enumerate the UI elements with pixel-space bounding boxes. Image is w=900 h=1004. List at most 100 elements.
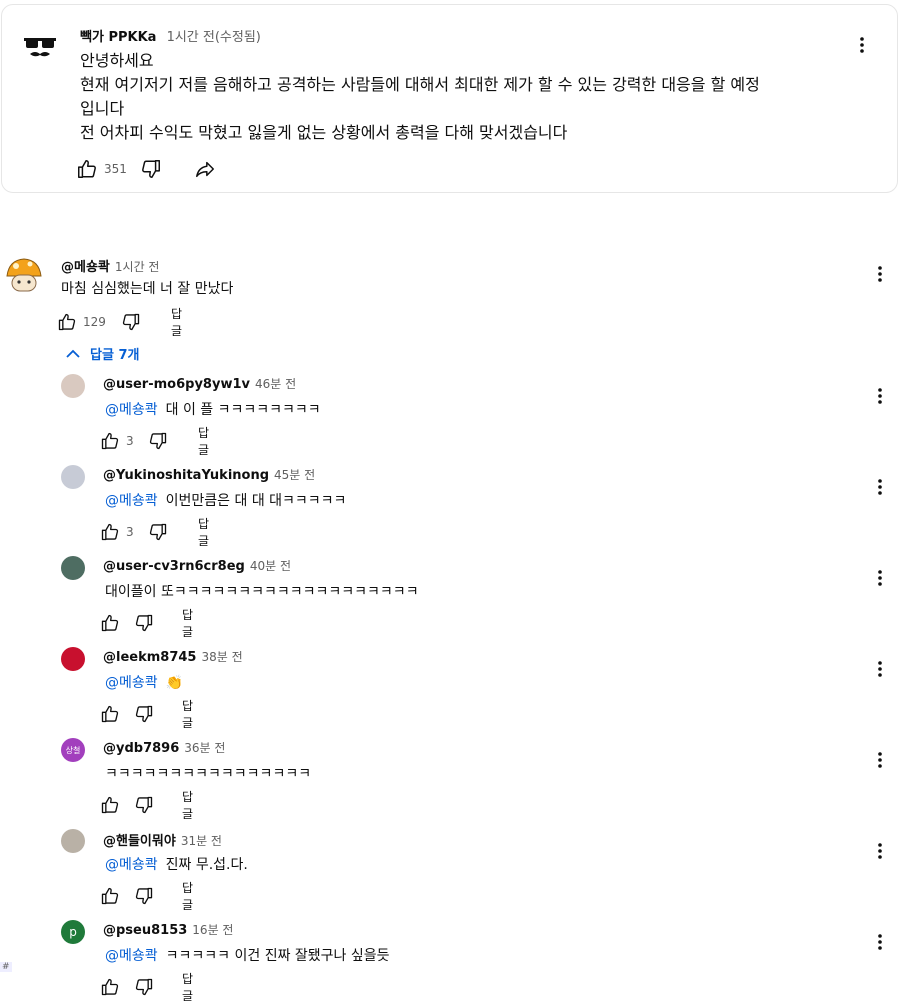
comment-timestamp[interactable]: 1시간 전 xyxy=(115,260,160,274)
reply-avatar[interactable] xyxy=(61,647,85,671)
post-author-name[interactable]: 빽가 PPKKa xyxy=(80,30,156,45)
reply-avatar[interactable] xyxy=(61,829,85,853)
reply-header: @user-cv3rn6cr8eg 40분 전 xyxy=(103,557,291,574)
reply-button[interactable]: 답글 xyxy=(182,608,193,639)
reply-mention[interactable]: @메숑콱 xyxy=(105,402,158,418)
comment-author[interactable]: @메숑콱 xyxy=(61,260,110,275)
reply-button[interactable]: 답글 xyxy=(198,517,209,548)
reply-text: 👏 xyxy=(165,675,184,691)
reply-author[interactable]: @pseu8153 xyxy=(103,923,187,938)
post-more-button[interactable] xyxy=(850,33,874,57)
dislike-button[interactable] xyxy=(134,700,154,728)
reply-more-button[interactable] xyxy=(868,384,892,408)
like-button[interactable] xyxy=(100,700,120,728)
reply-text-row: @메숑콱 대 이 플 ㅋㅋㅋㅋㅋㅋㅋㅋ xyxy=(105,399,321,419)
dislike-button[interactable] xyxy=(148,427,168,455)
reply-mention[interactable]: @메숑콱 xyxy=(105,493,158,509)
dislike-button[interactable] xyxy=(148,518,168,546)
reply-avatar[interactable] xyxy=(61,556,85,580)
reply-button[interactable]: 답글 xyxy=(198,426,209,457)
thumbs-down-icon xyxy=(149,523,167,541)
like-button[interactable]: 3 xyxy=(100,427,134,455)
like-button[interactable]: 3 xyxy=(100,518,134,546)
reply-timestamp[interactable]: 31분 전 xyxy=(181,834,222,848)
post-timestamp[interactable]: 1시간 전(수정됨) xyxy=(167,30,261,45)
reply-author[interactable]: @user-mo6py8yw1v xyxy=(103,377,250,392)
post-line: 현재 여기저기 저를 음해하고 공격하는 사람들에 대해서 최대한 제가 할 수… xyxy=(80,75,760,94)
reply-author[interactable]: @leekm8745 xyxy=(103,650,196,665)
reply-text-row: @메숑콱 이번만큼은 대 대 대ㅋㅋㅋㅋㅋ xyxy=(105,490,346,510)
like-button[interactable] xyxy=(100,882,120,910)
reply-text: 대 이 플 ㅋㅋㅋㅋㅋㅋㅋㅋ xyxy=(165,402,321,418)
reply-text-row: @메숑콱 진짜 무.섭.다. xyxy=(105,854,248,874)
reply-button[interactable]: 답글 xyxy=(182,699,193,730)
reply-text-row: 대이플이 또ㅋㅋㅋㅋㅋㅋㅋㅋㅋㅋㅋㅋㅋㅋㅋㅋㅋㅋㅋ xyxy=(105,581,419,601)
reply-avatar[interactable] xyxy=(61,465,85,489)
like-button[interactable]: 351 xyxy=(76,155,127,183)
reply-author[interactable]: @핸들이뭐야 xyxy=(103,834,176,849)
reply-text-row: ㅋㅋㅋㅋㅋㅋㅋㅋㅋㅋㅋㅋㅋㅋㅋㅋ xyxy=(105,763,311,783)
reply-avatar[interactable]: 상철 xyxy=(61,738,85,762)
reply-avatar[interactable] xyxy=(61,374,85,398)
reply-timestamp[interactable]: 36분 전 xyxy=(184,741,225,755)
reply-text-row: @메숑콱 ㅋㅋㅋㅋㅋ 이건 진짜 잘됐구나 싶을듯 xyxy=(105,945,390,965)
reply-more-button[interactable] xyxy=(868,839,892,863)
replies-toggle-label: 답글 7개 xyxy=(90,348,140,363)
reply-text: ㅋㅋㅋㅋㅋㅋㅋㅋㅋㅋㅋㅋㅋㅋㅋㅋ xyxy=(105,766,312,782)
avatar-initials: 상철 xyxy=(65,745,81,755)
post-line: 안녕하세요 xyxy=(80,51,154,70)
like-button[interactable]: 129 xyxy=(57,308,106,336)
reply-timestamp[interactable]: 46분 전 xyxy=(255,377,296,391)
reply-more-button[interactable] xyxy=(868,930,892,954)
reply-timestamp[interactable]: 40분 전 xyxy=(250,559,291,573)
dislike-button[interactable] xyxy=(121,308,141,336)
reply-text: 진짜 무.섭.다. xyxy=(165,857,248,873)
reply-more-button[interactable] xyxy=(868,475,892,499)
dislike-button[interactable] xyxy=(134,973,154,1001)
thumbs-up-icon xyxy=(101,796,119,814)
reply-timestamp[interactable]: 45분 전 xyxy=(274,468,315,482)
reply-button[interactable]: 답글 xyxy=(182,972,193,1003)
reply-more-button[interactable] xyxy=(868,566,892,590)
dislike-button[interactable] xyxy=(134,791,154,819)
reply-text-row: @메숑콱 👏 xyxy=(105,672,183,692)
comment-header: @메숑콱 1시간 전 xyxy=(61,256,159,275)
thumbs-up-icon xyxy=(101,978,119,996)
share-button[interactable] xyxy=(194,155,216,183)
reply-more-button[interactable] xyxy=(868,657,892,681)
more-vertical-icon xyxy=(878,661,882,677)
dislike-button[interactable] xyxy=(134,609,154,637)
more-vertical-icon xyxy=(878,388,882,404)
reply-author[interactable]: @user-cv3rn6cr8eg xyxy=(103,559,245,574)
reply-mention[interactable]: @메숑콱 xyxy=(105,857,158,873)
reply-button[interactable]: 답글 xyxy=(182,881,193,912)
reply-timestamp[interactable]: 16분 전 xyxy=(192,923,233,937)
dislike-button[interactable] xyxy=(134,882,154,910)
sunglasses-mustache-icon xyxy=(24,38,56,57)
like-button[interactable] xyxy=(100,609,120,637)
dislike-button[interactable] xyxy=(140,155,162,183)
comment-more-button[interactable] xyxy=(868,262,892,286)
replies-toggle-button[interactable]: 답글 7개 xyxy=(66,344,139,363)
reply-button[interactable]: 답글 xyxy=(171,307,182,338)
thumbs-down-icon xyxy=(149,432,167,450)
like-button[interactable] xyxy=(100,973,120,1001)
reply-header: @YukinoshitaYukinong 45분 전 xyxy=(103,466,315,483)
reply-mention[interactable]: @메숑콱 xyxy=(105,948,158,964)
post-author-avatar[interactable] xyxy=(22,29,58,65)
thumbs-down-icon xyxy=(135,887,153,905)
thumbs-up-icon xyxy=(101,614,119,632)
thumbs-up-icon xyxy=(101,523,119,541)
reply-author[interactable]: @YukinoshitaYukinong xyxy=(103,468,269,483)
commenter-avatar[interactable] xyxy=(3,254,45,296)
reply-button[interactable]: 답글 xyxy=(182,790,193,821)
post-header: 빽가 PPKKa 1시간 전(수정됨) xyxy=(80,26,261,45)
like-button[interactable] xyxy=(100,791,120,819)
reply-avatar[interactable]: p xyxy=(61,920,85,944)
reply-author[interactable]: @ydb7896 xyxy=(103,741,179,756)
reply-mention[interactable]: @메숑콱 xyxy=(105,675,158,691)
more-vertical-icon xyxy=(878,843,882,859)
thumbs-up-icon xyxy=(101,705,119,723)
reply-timestamp[interactable]: 38분 전 xyxy=(201,650,242,664)
reply-more-button[interactable] xyxy=(868,748,892,772)
